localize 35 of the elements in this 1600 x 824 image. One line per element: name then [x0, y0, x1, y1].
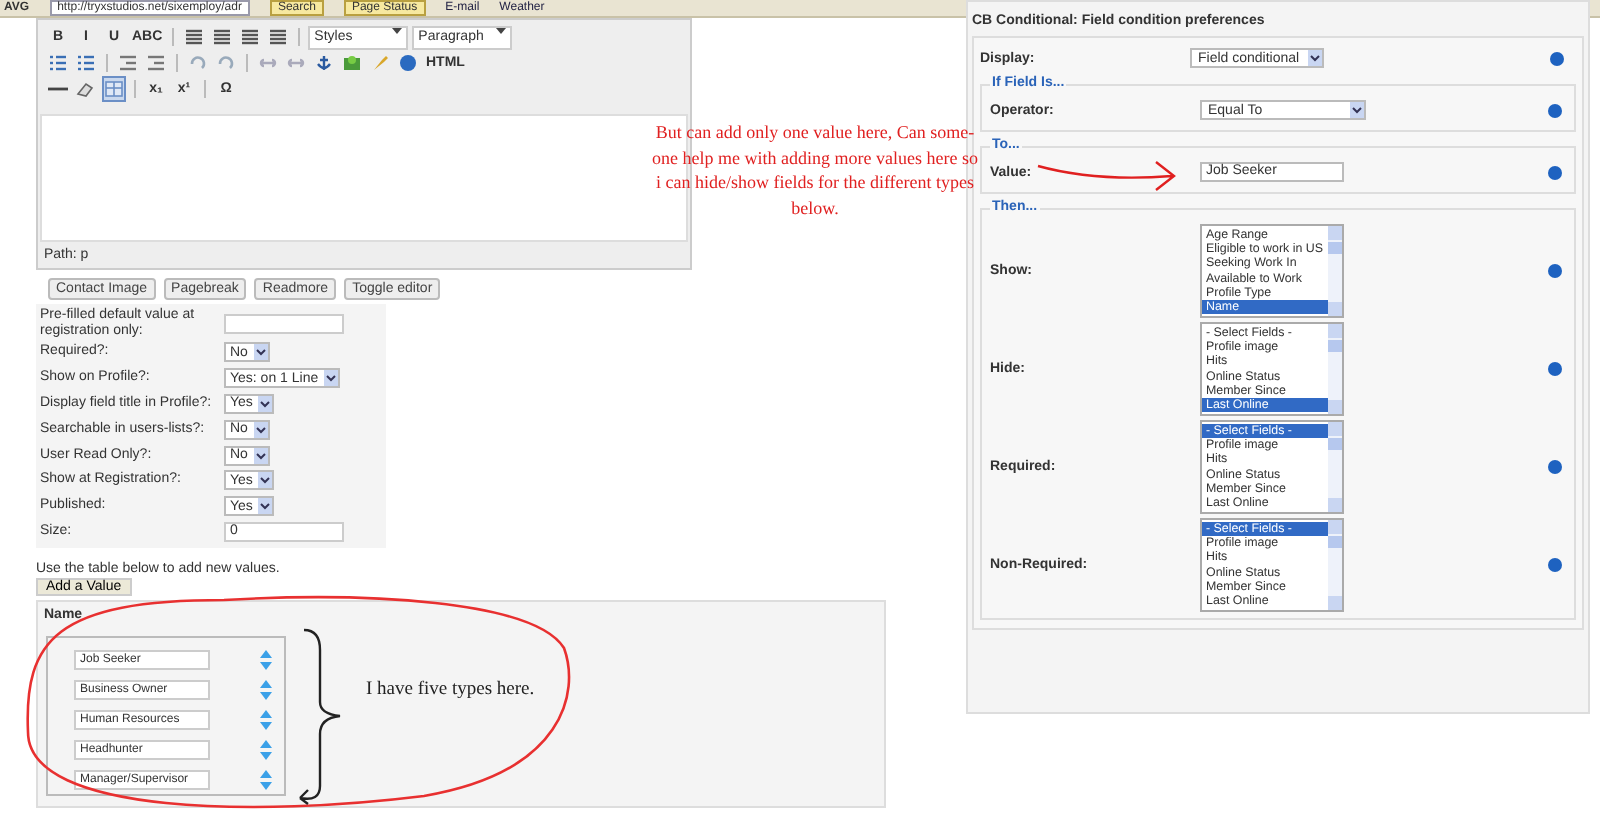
- caret-icon: [253, 421, 268, 438]
- scrollbar[interactable]: [1328, 226, 1342, 316]
- caret-icon: [392, 27, 403, 33]
- scrollbar[interactable]: [1328, 422, 1342, 512]
- reorder-icon[interactable]: [260, 649, 272, 669]
- annotation-note: I have five types here.: [366, 680, 535, 700]
- indent-icon[interactable]: [116, 50, 140, 76]
- align-icon[interactable]: [238, 24, 263, 50]
- align-icon[interactable]: [182, 24, 207, 50]
- list-icon[interactable]: [46, 50, 70, 76]
- align-icon[interactable]: [210, 24, 235, 50]
- caret-icon: [253, 447, 268, 464]
- reorder-icon[interactable]: [260, 739, 272, 759]
- caret-icon: [258, 472, 273, 489]
- reorder-icon[interactable]: [260, 679, 272, 699]
- annotation-arrow: [1036, 158, 1180, 194]
- caret-icon: [258, 498, 273, 515]
- caret-icon: [258, 395, 273, 412]
- list-icon[interactable]: [74, 50, 98, 76]
- scrollbar[interactable]: [1328, 520, 1342, 610]
- caret-icon: [1350, 102, 1364, 118]
- reorder-icon[interactable]: [260, 769, 272, 789]
- caret-icon: [1308, 50, 1322, 66]
- text-field[interactable]: [224, 314, 344, 334]
- indent-icon[interactable]: [144, 50, 168, 76]
- align-icon[interactable]: [266, 24, 291, 50]
- annotation-text: But can add only one value here, Can some-one help me with adding more values here so i can hide/show fields for the different types below.: [652, 120, 978, 220]
- reorder-icon[interactable]: [260, 709, 272, 729]
- scrollbar[interactable]: [1328, 324, 1342, 414]
- anchor-icon[interactable]: [312, 50, 336, 76]
- table-icon[interactable]: [102, 76, 126, 102]
- caret-icon: [324, 370, 339, 387]
- caret-icon: [253, 344, 268, 361]
- caret-icon: [496, 27, 507, 33]
- image-icon[interactable]: [340, 50, 364, 76]
